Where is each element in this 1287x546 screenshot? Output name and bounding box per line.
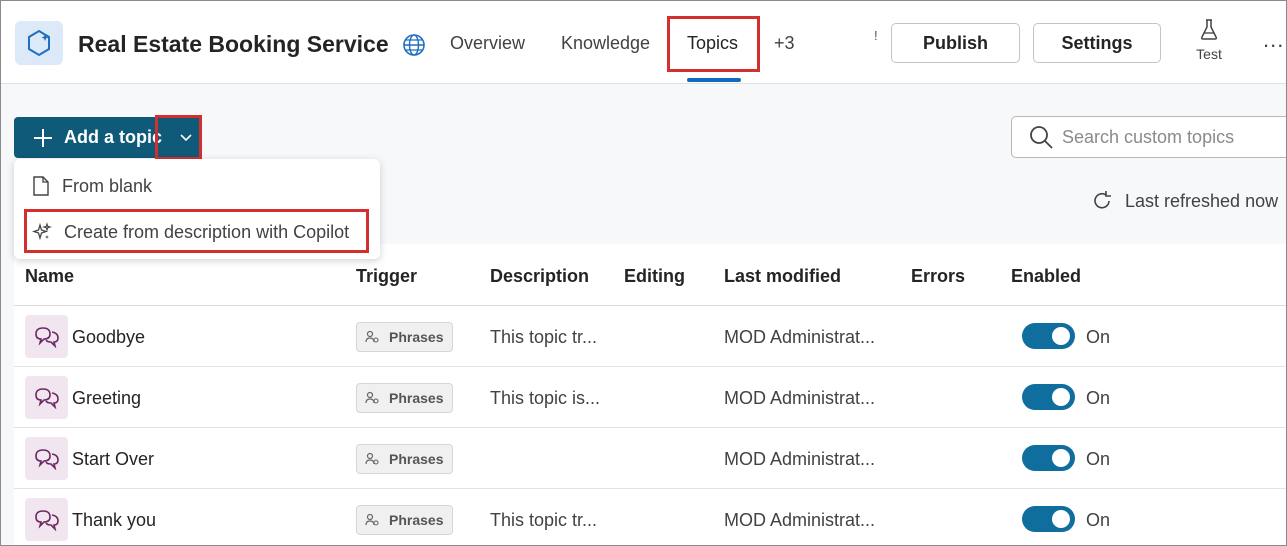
topic-description: This topic is... [490, 388, 601, 408]
phrases-icon [365, 391, 379, 404]
column-header-enabled[interactable]: Enabled [1011, 266, 1081, 287]
overflow-marker: ! [874, 28, 878, 43]
add-topic-dropdown-toggle[interactable] [170, 117, 201, 158]
topic-chat-icon [25, 498, 68, 541]
document-icon [33, 176, 49, 196]
active-tab-indicator [687, 78, 741, 82]
tab-more-count[interactable]: +3 [774, 33, 795, 54]
column-header-editing[interactable]: Editing [624, 266, 685, 287]
column-header-description[interactable]: Description [490, 266, 589, 287]
column-header-name[interactable]: Name [25, 266, 74, 287]
publish-button[interactable]: Publish [891, 23, 1020, 63]
menu-item-label: Create from description with Copilot [64, 221, 350, 242]
tab-topics[interactable]: Topics [687, 33, 738, 54]
table-row[interactable]: Greeting Phrases This topic is... MOD Ad… [14, 367, 1286, 428]
menu-item-create-with-copilot[interactable]: Create from description with Copilot [14, 211, 380, 253]
menu-item-from-blank[interactable]: From blank [14, 165, 380, 207]
tab-knowledge[interactable]: Knowledge [561, 33, 650, 54]
app-frame: Real Estate Booking Service Overview Kno… [0, 0, 1287, 546]
trigger-label: Phrases [389, 451, 444, 467]
column-header-last-modified[interactable]: Last modified [724, 266, 841, 287]
tab-overview[interactable]: Overview [450, 33, 525, 54]
last-modified-by: MOD Administrat... [724, 510, 876, 530]
topic-chat-icon [25, 315, 68, 358]
trigger-chip: Phrases [356, 444, 453, 474]
copilot-agent-logo [15, 21, 63, 65]
add-topic-menu: From blank Create from description with … [14, 159, 380, 259]
column-header-errors[interactable]: Errors [911, 266, 965, 287]
enabled-toggle[interactable] [1022, 384, 1075, 410]
chevron-down-icon [179, 133, 192, 141]
enabled-toggle[interactable] [1022, 506, 1075, 532]
enabled-toggle[interactable] [1022, 323, 1075, 349]
settings-button[interactable]: Settings [1033, 23, 1161, 63]
enabled-toggle[interactable] [1022, 445, 1075, 471]
topic-chat-icon [25, 376, 68, 419]
enabled-label: On [1086, 510, 1111, 530]
app-title: Real Estate Booking Service [78, 31, 389, 57]
refresh-icon [1094, 191, 1111, 209]
topic-name[interactable]: Greeting [72, 388, 141, 409]
search-input[interactable] [1062, 126, 1282, 148]
trigger-chip: Phrases [356, 505, 453, 535]
last-modified-by: MOD Administrat... [724, 388, 876, 408]
topics-table: Name Trigger Description Editing Last mo… [14, 244, 1286, 545]
table-row[interactable]: Goodbye Phrases This topic tr... MOD Adm… [14, 306, 1286, 367]
table-row[interactable]: Thank you Phrases This topic tr... MOD A… [14, 489, 1286, 545]
last-modified-by: MOD Administrat... [724, 449, 876, 469]
enabled-label: On [1086, 388, 1111, 408]
table-row[interactable]: Start Over Phrases MOD Administrat... On [14, 428, 1286, 489]
trigger-chip: Phrases [356, 383, 453, 413]
search-icon [1030, 126, 1053, 149]
topic-description: This topic tr... [490, 510, 598, 530]
add-topic-label: Add a topic [64, 127, 162, 147]
phrases-icon [365, 513, 379, 526]
trigger-label: Phrases [389, 512, 444, 528]
topic-name[interactable]: Thank you [72, 510, 156, 531]
globe-icon[interactable] [402, 33, 426, 57]
enabled-label: On [1086, 327, 1111, 347]
trigger-label: Phrases [389, 390, 444, 406]
test-button[interactable]: Test [1188, 18, 1230, 68]
menu-item-label: From blank [62, 175, 153, 196]
last-modified-by: MOD Administrat... [724, 327, 876, 347]
test-label: Test [1196, 46, 1222, 62]
more-options-button[interactable]: ... [1263, 27, 1284, 53]
top-header: Real Estate Booking Service Overview Kno… [1, 1, 1286, 84]
add-topic-button[interactable]: Add a topic [14, 117, 201, 158]
trigger-label: Phrases [389, 329, 444, 345]
sparkle-icon [32, 222, 52, 241]
trigger-chip: Phrases [356, 322, 453, 352]
refresh-label: Last refreshed now [1125, 190, 1279, 211]
phrases-icon [365, 452, 379, 465]
topic-description: This topic tr... [490, 327, 598, 347]
flask-icon [1200, 19, 1218, 40]
phrases-icon [365, 330, 379, 343]
topic-name[interactable]: Start Over [72, 449, 154, 470]
plus-icon [34, 128, 52, 147]
column-header-trigger[interactable]: Trigger [356, 266, 417, 287]
refresh-button[interactable]: Last refreshed now [1091, 190, 1278, 212]
enabled-label: On [1086, 449, 1111, 469]
search-box[interactable] [1011, 116, 1286, 158]
topic-chat-icon [25, 437, 68, 480]
topic-name[interactable]: Goodbye [72, 327, 145, 348]
